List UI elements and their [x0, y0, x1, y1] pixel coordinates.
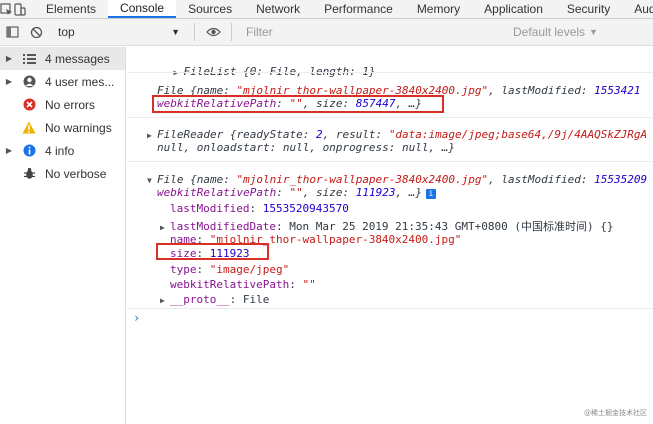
collapse-arrow-icon[interactable]: ▼ [147, 176, 157, 185]
message-divider [127, 72, 653, 73]
sidebar-item-warnings[interactable]: No warnings [0, 116, 125, 139]
sidebar-item-info[interactable]: ▶ 4 info [0, 139, 125, 162]
console-output: ▶FileList {0: File, length: 1} File {nam… [127, 47, 653, 424]
live-expression-eye-icon[interactable] [201, 19, 225, 46]
device-toolbar-icon[interactable] [13, 0, 26, 18]
info-icon [18, 144, 40, 157]
console-message-filereader[interactable]: ▶ FileReader {readyState: 2, result: "dat… [147, 128, 647, 141]
console-sidebar: ▶ 4 messages ▶ 4 user mes... No errors N… [0, 47, 126, 424]
tab-performance[interactable]: Performance [312, 0, 405, 18]
tab-application[interactable]: Application [472, 0, 555, 18]
dropdown-arrow-icon: ▼ [589, 27, 598, 37]
prop-type: type: "image/jpeg" [170, 263, 290, 276]
console-message-file-2-line2: webkitRelativePath: "", size: 111923, …}… [157, 186, 436, 199]
log-levels-label: Default levels [513, 25, 586, 39]
console-toolbar: top ▼ Filter Default levels ▼ [0, 19, 653, 46]
tab-sources[interactable]: Sources [176, 0, 244, 18]
prop-lastModified: lastModified: 1553520943570 [170, 202, 349, 215]
prop-webkitRelativePath: webkitRelativePath: "" [170, 278, 316, 291]
bug-icon [18, 167, 40, 180]
expand-arrow-icon[interactable]: ▶ [0, 146, 18, 155]
toolbar-divider [231, 23, 232, 41]
prop-proto[interactable]: ▶ __proto__: File [160, 293, 269, 306]
prop-lastModifiedDate[interactable]: ▶ lastModifiedDate: Mon Mar 25 2019 21:35… [160, 218, 614, 234]
tab-elements[interactable]: Elements [34, 0, 108, 18]
dropdown-arrow-icon: ▼ [171, 27, 180, 37]
tab-audits[interactable]: Aud [622, 0, 653, 18]
toggle-sidebar-icon[interactable] [0, 19, 24, 46]
message-divider [127, 117, 653, 118]
tab-memory[interactable]: Memory [405, 0, 472, 18]
toolbar-divider [194, 23, 195, 41]
watermark: @稀土掘金技术社区 [584, 409, 647, 417]
error-icon [18, 98, 40, 111]
filter-input[interactable]: Filter [238, 22, 513, 42]
devtools-tabbar: Elements Console Sources Network Perform… [0, 0, 653, 19]
highlight-box-size-2 [156, 243, 269, 260]
sidebar-item-label: 4 info [45, 143, 75, 158]
expand-arrow-icon[interactable]: ▶ [160, 223, 170, 232]
context-selector[interactable]: top ▼ [48, 22, 188, 42]
sidebar-item-label: No errors [45, 97, 96, 112]
expand-arrow-icon[interactable]: ▶ [160, 296, 170, 305]
expand-arrow-icon[interactable]: ▶ [0, 77, 18, 86]
log-levels-dropdown[interactable]: Default levels ▼ [513, 25, 653, 39]
console-message-filereader-line2: null, onloadstart: null, onprogress: nul… [157, 141, 456, 154]
user-icon [18, 75, 40, 88]
expand-arrow-icon[interactable]: ▶ [147, 131, 157, 140]
warning-icon [18, 121, 40, 134]
info-badge-icon: i [425, 188, 436, 199]
sidebar-item-user-messages[interactable]: ▶ 4 user mes... [0, 70, 125, 93]
sidebar-item-verbose[interactable]: No verbose [0, 162, 125, 185]
context-selector-value: top [58, 25, 75, 39]
console-message-file-2[interactable]: ▼ File {name: "mjolnir_thor-wallpaper-384… [147, 173, 647, 186]
highlight-box-size-1 [152, 95, 444, 113]
console-prompt[interactable]: › [133, 311, 140, 325]
sidebar-item-label: No verbose [45, 166, 107, 181]
list-icon [18, 53, 40, 64]
message-divider [127, 161, 653, 162]
expand-arrow-icon[interactable]: ▶ [0, 54, 18, 63]
sidebar-item-label: 4 user mes... [45, 74, 115, 89]
message-divider [127, 308, 653, 309]
tab-network[interactable]: Network [244, 0, 312, 18]
clear-console-icon[interactable] [24, 19, 48, 46]
sidebar-item-label: 4 messages [45, 51, 110, 66]
inspect-element-icon[interactable] [0, 0, 13, 18]
sidebar-item-messages[interactable]: ▶ 4 messages [0, 47, 125, 70]
tab-security[interactable]: Security [555, 0, 622, 18]
sidebar-item-label: No warnings [45, 120, 112, 135]
tab-console[interactable]: Console [108, 0, 177, 18]
sidebar-item-errors[interactable]: No errors [0, 93, 125, 116]
